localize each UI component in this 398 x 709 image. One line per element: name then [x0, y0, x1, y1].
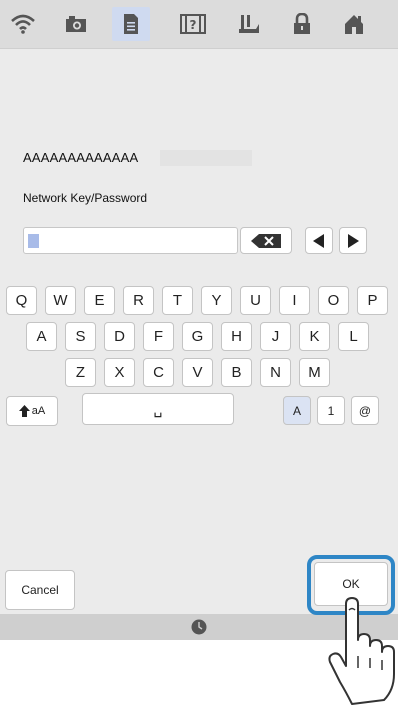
ssid-text: AAAAAAAAAAAAA [23, 150, 139, 165]
svg-text:?: ? [190, 18, 197, 32]
space-icon: ␣ [153, 400, 163, 417]
key-b[interactable]: B [221, 358, 252, 387]
key-d[interactable]: D [104, 322, 135, 351]
key-u[interactable]: U [240, 286, 271, 315]
case-toggle-label: aA [31, 405, 46, 417]
document-icon[interactable] [112, 7, 150, 41]
key-q[interactable]: Q [6, 286, 37, 315]
key-c[interactable]: C [143, 358, 174, 387]
key-p[interactable]: P [357, 286, 388, 315]
key-e[interactable]: E [84, 286, 115, 315]
cursor-left-button[interactable] [305, 227, 333, 254]
camera-icon[interactable] [61, 10, 91, 38]
key-w[interactable]: W [45, 286, 76, 315]
mode-letters-button[interactable]: A [283, 396, 311, 425]
arrow-right-icon [348, 233, 359, 248]
space-key[interactable]: ␣ [82, 393, 234, 425]
key-f[interactable]: F [143, 322, 174, 351]
lock-icon[interactable] [287, 10, 317, 38]
cursor-right-button[interactable] [339, 227, 367, 254]
case-toggle-button[interactable]: aA [6, 396, 58, 426]
key-j[interactable]: J [260, 322, 291, 351]
network-key-label: Network Key/Password [23, 191, 148, 205]
shift-arrow-icon [18, 405, 30, 417]
key-a[interactable]: A [26, 322, 57, 351]
wifi-icon[interactable] [8, 10, 38, 38]
key-l[interactable]: L [338, 322, 369, 351]
key-o[interactable]: O [318, 286, 349, 315]
arrow-left-icon [313, 233, 324, 248]
key-y[interactable]: Y [201, 286, 232, 315]
text-cursor [28, 234, 39, 248]
sewing-icon[interactable] [234, 10, 264, 38]
backspace-icon [251, 233, 281, 248]
key-n[interactable]: N [260, 358, 291, 387]
cancel-button[interactable]: Cancel [5, 570, 75, 610]
ssid-highlight [160, 150, 252, 166]
mode-numbers-button[interactable]: 1 [317, 396, 345, 425]
help-icon[interactable]: ? [178, 10, 208, 38]
key-k[interactable]: K [299, 322, 330, 351]
clock-icon[interactable] [191, 619, 207, 635]
key-v[interactable]: V [182, 358, 213, 387]
key-s[interactable]: S [65, 322, 96, 351]
key-i[interactable]: I [279, 286, 310, 315]
mode-symbols-button[interactable]: @ [351, 396, 379, 425]
backspace-button[interactable] [240, 227, 292, 254]
key-h[interactable]: H [221, 322, 252, 351]
password-input[interactable] [23, 227, 238, 254]
key-x[interactable]: X [104, 358, 135, 387]
top-toolbar: ? [0, 0, 398, 49]
screen: ? AAAAAAAAAAAAA Network Key/Password Q W… [0, 0, 398, 640]
key-r[interactable]: R [123, 286, 154, 315]
key-m[interactable]: M [299, 358, 330, 387]
key-g[interactable]: G [182, 322, 213, 351]
home-icon[interactable] [339, 10, 369, 38]
key-t[interactable]: T [162, 286, 193, 315]
key-z[interactable]: Z [65, 358, 96, 387]
pointing-hand-icon [328, 597, 395, 705]
